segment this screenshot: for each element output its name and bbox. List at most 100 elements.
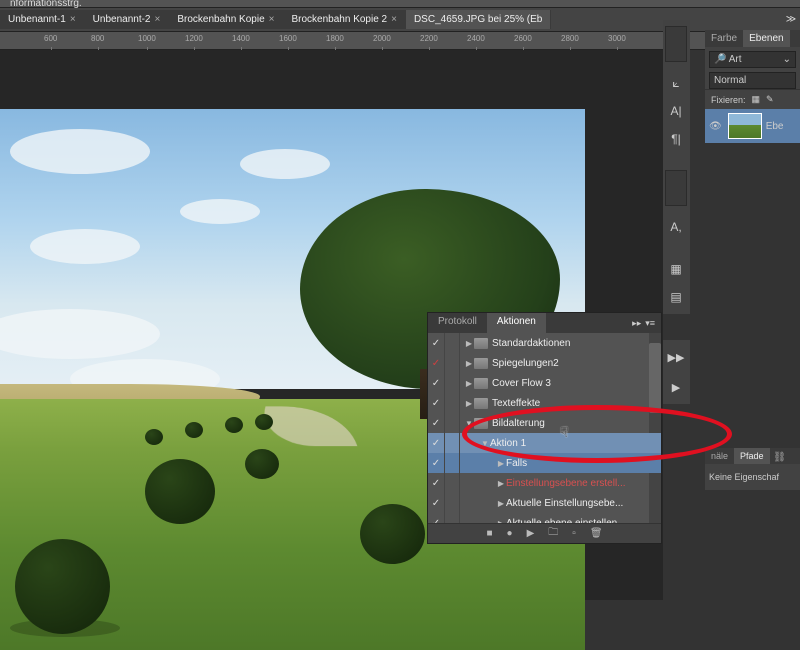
history-icon[interactable]: ▦ [665,258,687,280]
char-style-icon[interactable]: A, [665,216,687,238]
check-icon[interactable]: ✓ [428,518,444,524]
blend-mode-select[interactable]: Normal [709,72,796,89]
dialog-toggle[interactable] [444,373,460,393]
type-icon[interactable]: A| [665,100,687,122]
brush-preset-icon[interactable]: ⟀ [665,72,687,94]
tab-unbenannt-2[interactable]: Unbenannt-2× [85,10,170,29]
layer-row[interactable]: 👁 Ebe [705,109,800,143]
panel-menu-icon[interactable]: ▾≡ [645,318,655,329]
tab-kanaele[interactable]: näle [705,448,734,464]
action-row[interactable]: ✓▼Aktion 1 [428,433,661,453]
new-set-icon[interactable]: 🗀 [548,525,558,542]
dialog-toggle[interactable] [444,333,460,353]
disclosure-arrow-icon[interactable]: ▶ [496,459,506,468]
actions-panel: Protokoll Aktionen ▸▸ ▾≡ ✓▶Standardaktio… [427,312,662,544]
close-icon[interactable]: × [269,14,275,25]
link-icon[interactable]: ⛓ [773,452,786,463]
folder-icon [474,338,488,349]
folder-icon [474,358,488,369]
action-label: Aktuelle Einstellungsebe... [506,498,623,509]
new-action-icon[interactable]: ▫ [572,528,576,539]
dialog-toggle[interactable] [444,413,460,433]
actions-footer: ■ ● ▶ 🗀 ▫ 🗑 [428,523,661,543]
check-icon[interactable]: ✓ [428,398,444,409]
disclosure-arrow-icon[interactable]: ▼ [464,419,474,428]
disclosure-arrow-icon[interactable]: ▶ [464,339,474,348]
visibility-icon[interactable]: 👁 [707,121,724,132]
disclosure-arrow-icon[interactable]: ▶ [496,479,506,488]
action-row[interactable]: ✓▶Aktuelle ebene einstellen [428,513,661,523]
action-label: Bildalterung [492,418,545,429]
action-row[interactable]: ✓▶Standardaktionen [428,333,661,353]
layer-thumbnail[interactable] [728,113,762,139]
check-icon[interactable]: ✓ [428,438,444,449]
play-icon[interactable]: ▶ [527,528,535,539]
dialog-toggle[interactable] [444,493,460,513]
dialog-toggle[interactable] [444,473,460,493]
action-row[interactable]: ✓ ▶Aktuelle Einstellungsebe... [428,493,661,513]
dialog-toggle[interactable] [444,513,460,523]
dialog-toggle[interactable] [444,353,460,373]
folder-icon [474,418,488,429]
action-row[interactable]: ✓ ▶ Cover Flow 3 [428,373,661,393]
disclosure-arrow-icon[interactable]: ▼ [480,439,490,448]
action-row[interactable]: ✓ ▶ Spiegelungen2 [428,353,661,373]
tab-brockenbahn-kopie[interactable]: Brockenbahn Kopie× [169,10,283,29]
tab-dsc-4659[interactable]: DSC_4659.JPG bei 25% (Eb [406,10,551,29]
tab-pfade[interactable]: Pfade [734,448,770,464]
tab-ebenen[interactable]: Ebenen [743,30,789,47]
actions-list[interactable]: ✓▶Standardaktionen✓▶Spiegelungen2✓▶Cover… [428,333,661,523]
actions-run-icon[interactable]: ▶ [665,376,687,398]
dialog-toggle[interactable] [444,393,460,413]
lock-brush-icon[interactable]: ✎ [766,94,774,105]
options-bar: nformationsstrg. [0,0,800,8]
dialog-toggle[interactable] [444,433,460,453]
disclosure-arrow-icon[interactable]: ▶ [496,519,506,524]
check-icon[interactable]: ✓ [428,358,444,369]
disclosure-arrow-icon[interactable]: ▶ [464,379,474,388]
lock-transparent-icon[interactable]: ▦ [752,94,761,105]
close-icon[interactable]: × [70,14,76,25]
properties-panel: ⛓ näle Pfade Keine Eigenschaf [705,448,800,490]
chevron-down-icon: ⌄ [783,54,791,65]
actions-play-strip: ▶▶ ▶ [663,340,690,404]
action-row[interactable]: ✓▶Texteffekte [428,393,661,413]
dialog-toggle[interactable] [444,453,460,473]
tab-overflow-icon[interactable]: ≫ [782,14,800,25]
action-row[interactable]: ✓▶Falls [428,453,661,473]
paragraph-icon[interactable]: ¶| [665,128,687,150]
check-icon[interactable]: ✓ [428,458,444,469]
disclosure-arrow-icon[interactable]: ▶ [496,499,506,508]
check-icon[interactable]: ✓ [428,338,444,349]
check-icon[interactable]: ✓ [428,418,444,429]
action-row[interactable]: ✓▶Einstellungsebene erstell... [428,473,661,493]
action-row[interactable]: ✓ ▼ Bildalterung [428,413,661,433]
check-icon[interactable]: ✓ [428,478,444,489]
layer-name: Ebe [766,121,784,132]
tab-protokoll[interactable]: Protokoll [428,313,487,333]
notes-icon[interactable]: ▤ [665,286,687,308]
close-icon[interactable]: × [155,14,161,25]
close-icon[interactable]: × [391,14,397,25]
tab-unbenannt-1[interactable]: Unbenannt-1× [0,10,85,29]
stop-icon[interactable]: ■ [486,528,492,539]
tab-aktionen[interactable]: Aktionen [487,313,546,333]
disclosure-arrow-icon[interactable]: ▶ [464,359,474,368]
action-label: Cover Flow 3 [492,378,551,389]
color-swatch-icon[interactable] [665,26,687,62]
action-label: Spiegelungen2 [492,358,559,369]
record-icon[interactable]: ● [507,528,513,539]
trash-icon[interactable]: 🗑 [590,528,603,539]
layer-filter-select[interactable]: 🔎 Art⌄ [709,51,796,68]
check-icon[interactable]: ✓ [428,498,444,509]
styles-icon[interactable] [665,170,687,206]
collapse-icon[interactable]: ▸▸ [632,318,641,329]
check-icon[interactable]: ✓ [428,378,444,389]
folder-icon [474,398,488,409]
tab-brockenbahn-kopie-2[interactable]: Brockenbahn Kopie 2× [283,10,405,29]
tab-farbe[interactable]: Farbe [705,30,743,47]
disclosure-arrow-icon[interactable]: ▶ [464,399,474,408]
folder-icon [474,378,488,389]
layers-panel: Farbe Ebenen 🔎 Art⌄ Normal Fixieren: ▦ ✎… [705,30,800,143]
actions-play-button[interactable]: ▶▶ [665,346,687,368]
